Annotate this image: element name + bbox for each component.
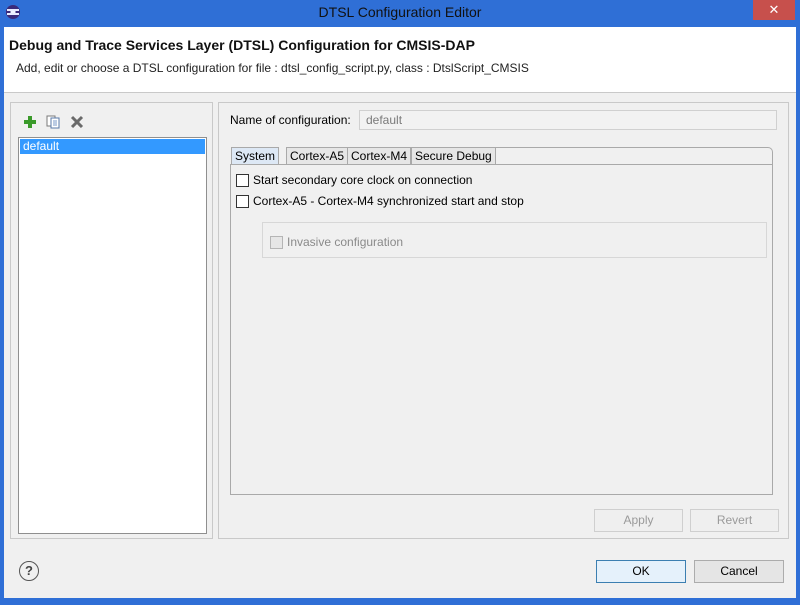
- list-item-default[interactable]: default: [20, 139, 205, 154]
- help-icon[interactable]: ?: [19, 561, 39, 581]
- delete-icon[interactable]: [70, 115, 84, 129]
- apply-button: Apply: [594, 509, 683, 532]
- window-title: DTSL Configuration Editor: [318, 4, 482, 20]
- configuration-list[interactable]: default: [18, 137, 207, 534]
- invasive-group-box: Invasive configuration: [262, 222, 767, 258]
- name-label: Name of configuration:: [230, 113, 351, 127]
- tab-cortex-m4[interactable]: Cortex-M4: [347, 147, 412, 165]
- checkbox-disabled: [270, 236, 283, 249]
- close-button[interactable]: ✕: [753, 0, 795, 20]
- header-title: Debug and Trace Services Layer (DTSL) Co…: [9, 37, 475, 53]
- title-bar[interactable]: DTSL Configuration Editor ✕: [0, 0, 800, 27]
- checkbox[interactable]: [236, 195, 249, 208]
- checkbox-label: Start secondary core clock on connection: [253, 173, 473, 187]
- dialog-header: Debug and Trace Services Layer (DTSL) Co…: [4, 27, 796, 93]
- configuration-list-panel: default: [10, 102, 213, 539]
- add-icon[interactable]: [23, 115, 37, 129]
- tab-content-system: Start secondary core clock on connection…: [230, 164, 773, 495]
- tab-secure-debug[interactable]: Secure Debug: [411, 147, 496, 165]
- checkbox-label: Cortex-A5 - Cortex-M4 synchronized start…: [253, 194, 524, 208]
- copy-icon[interactable]: [46, 115, 60, 129]
- dialog-window: DTSL Configuration Editor ✕ Debug and Tr…: [0, 0, 800, 605]
- revert-button: Revert: [690, 509, 779, 532]
- header-description: Add, edit or choose a DTSL configuration…: [16, 61, 529, 75]
- configuration-editor-panel: Name of configuration: default System Co…: [218, 102, 789, 539]
- tab-system[interactable]: System: [231, 147, 280, 165]
- name-field[interactable]: default: [359, 110, 777, 130]
- ok-button[interactable]: OK: [596, 560, 686, 583]
- tab-strip-border: [492, 147, 773, 165]
- checkbox[interactable]: [236, 174, 249, 187]
- dialog-client-area: Debug and Trace Services Layer (DTSL) Co…: [4, 27, 796, 598]
- tab-cortex-a5[interactable]: Cortex-A5: [286, 147, 349, 165]
- cancel-button[interactable]: Cancel: [694, 560, 784, 583]
- checkbox-label: Invasive configuration: [287, 235, 404, 249]
